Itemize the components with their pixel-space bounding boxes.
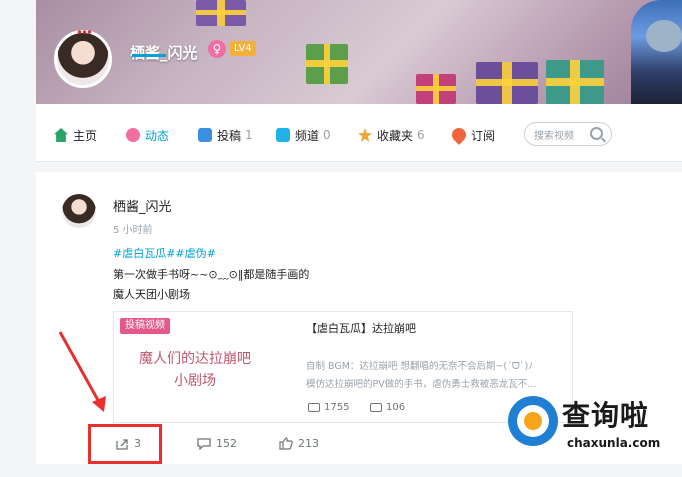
watermark-logo	[508, 396, 558, 446]
watermark-url: chaxunla.com	[567, 436, 661, 450]
watermark-text: 查询啦	[562, 399, 650, 432]
